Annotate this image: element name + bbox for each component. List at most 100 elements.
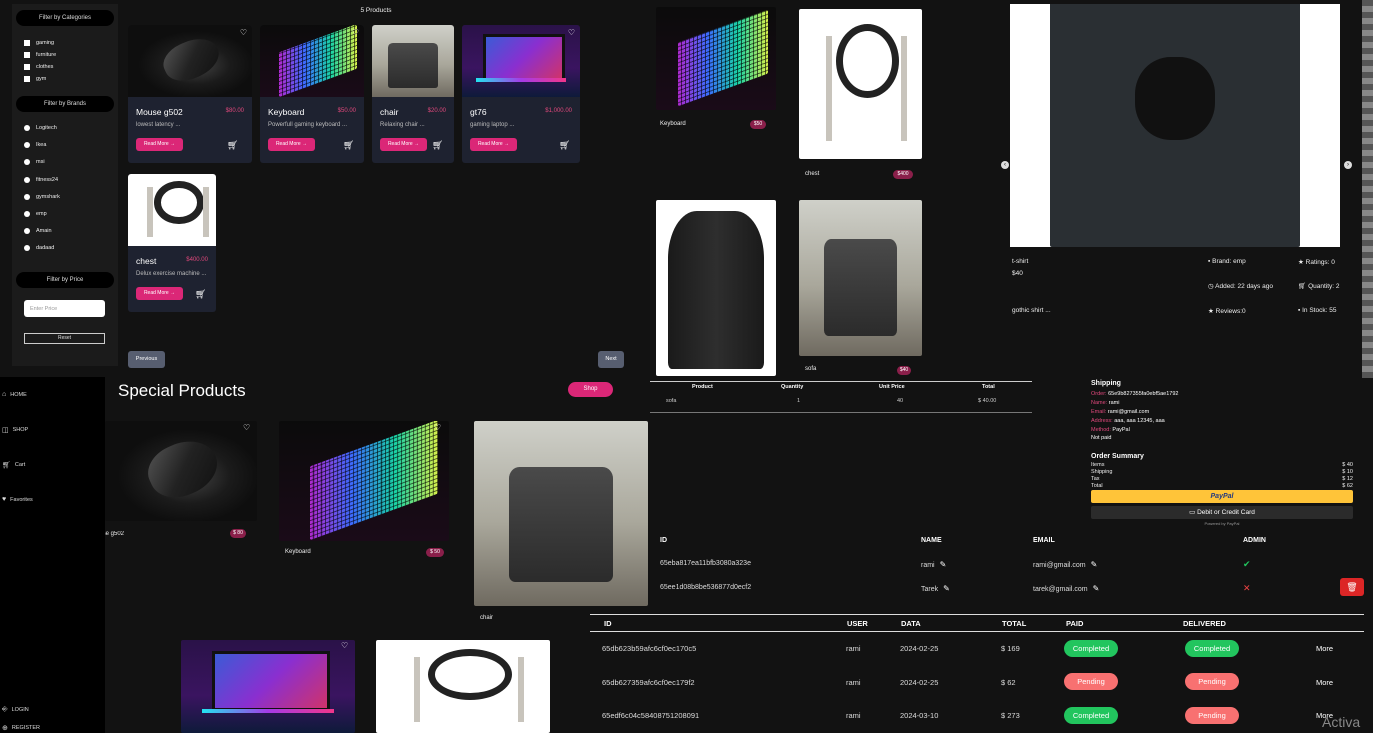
special-image[interactable] [376,640,550,733]
brand-option[interactable]: Logitech [24,125,57,131]
edit-icon[interactable]: ✎ [1093,584,1100,593]
radio[interactable] [24,159,30,165]
category-option[interactable]: gaming [24,40,54,46]
summary-row: Tax $ 12 [1091,476,1353,482]
gallery-price: $40 [897,366,911,375]
brand-option[interactable]: fitness24 [24,177,58,183]
special-image[interactable] [474,421,648,606]
checkbox[interactable] [24,40,30,46]
detail-image[interactable] [1010,4,1340,247]
cart-icon[interactable]: 🛒︎ [432,140,443,151]
gallery-image[interactable] [656,200,776,376]
more-button[interactable]: More [1316,644,1333,653]
shop-button[interactable]: Shop [568,382,613,397]
heart-icon[interactable]: ♡ [341,641,348,650]
summary-row: Items $ 40 [1091,462,1353,468]
user-name-cell: rami ✎ [921,560,947,569]
heart-icon[interactable]: ♡ [434,423,441,432]
radio[interactable] [24,194,30,200]
read-more-button[interactable]: Read More → [380,138,427,151]
nav-cart[interactable]: 🛒︎ Cart [2,461,25,469]
cart-cell: 1 [797,398,801,404]
credit-card-icon: ▭ [1189,509,1198,516]
gallery-image[interactable] [656,7,776,110]
brand-option[interactable]: gymshark [24,194,60,200]
edit-icon[interactable]: ✎ [943,584,950,593]
checkbox[interactable] [24,52,30,58]
product-card[interactable]: chest $400.00 Delux exercise machine ...… [128,174,216,312]
special-name: chair [480,615,494,621]
edit-icon[interactable]: ✎ [1091,560,1098,569]
more-button[interactable]: More [1316,678,1333,687]
product-card[interactable]: chair $20.00 Relaxing chair ... Read Mor… [372,25,454,163]
special-image[interactable] [181,640,355,733]
cart-icon[interactable]: 🛒︎ [227,140,238,151]
read-more-button[interactable]: Read More → [268,138,315,151]
delete-user-button[interactable]: 🗑︎ [1340,578,1364,596]
radio[interactable] [24,125,30,131]
heart-icon[interactable]: ♡ [243,423,250,432]
nav-login[interactable]: ⎆ LOGIN [2,706,29,714]
radio[interactable] [24,228,30,234]
product-card[interactable]: ♡ Mouse g502 $80.00 lowest latency ... R… [128,25,252,163]
payment-status: Not paid [1091,435,1112,441]
gallery-image[interactable] [799,9,922,159]
product-description: lowest latency ... [136,122,181,128]
product-image[interactable] [462,25,580,97]
summary-row: Shipping $ 10 [1091,469,1353,475]
product-description: Powerfull gaming keyboard ... [268,122,348,128]
radio[interactable] [24,177,30,183]
cart-icon: 🛒︎ [2,462,11,469]
product-image[interactable] [372,25,454,97]
product-card[interactable]: ♡ Keyboard $50.00 Powerfull gaming keybo… [260,25,364,163]
product-image[interactable] [260,25,364,97]
cart-icon[interactable]: 🛒︎ [559,140,570,151]
detail-price: $40 [1012,270,1023,277]
product-image[interactable] [128,25,252,97]
product-card[interactable]: ♡ gt76 $1,000.00 gaming laptop ... Read … [462,25,580,163]
chevron-left-icon[interactable]: ‹ [1001,161,1009,169]
column-header: Unit Price [879,384,905,390]
nav-favorites[interactable]: ♥ Favorites [2,496,33,503]
brand-option[interactable]: Ikea [24,142,46,148]
radio[interactable] [24,142,30,148]
heart-icon[interactable]: ♡ [352,28,359,37]
category-option[interactable]: clothes [24,64,53,70]
chevron-right-icon[interactable]: › [1344,161,1352,169]
read-more-button[interactable]: Read More → [470,138,517,151]
cart-icon[interactable]: 🛒︎ [343,140,354,151]
checkbox[interactable] [24,64,30,70]
previous-button[interactable]: Previous [128,351,165,368]
special-image[interactable] [105,421,257,521]
nav-home[interactable]: ⌂ HOME [2,391,27,398]
order-id: 65edf6c04c58408751208091 [602,711,700,720]
next-button[interactable]: Next [598,351,624,368]
nav-shop[interactable]: ◫ SHOP [2,426,28,434]
paypal-button[interactable]: PayPal [1091,490,1353,503]
category-option[interactable]: gym [24,76,46,82]
card-payment-button[interactable]: ▭ Debit or Credit Card [1091,506,1353,519]
product-image[interactable] [128,174,216,246]
gallery-image[interactable] [799,200,922,356]
brand-option[interactable]: emp [24,211,47,217]
heart-icon[interactable]: ♡ [568,28,575,37]
edit-icon[interactable]: ✎ [940,560,947,569]
read-more-button[interactable]: Read More → [136,287,183,300]
gallery-name: sofa [805,366,817,372]
heart-icon[interactable]: ♡ [240,28,247,37]
brand-option[interactable]: Amain [24,228,52,234]
read-more-button[interactable]: Read More → [136,138,183,151]
cart-icon[interactable]: 🛒︎ [195,289,206,300]
brand-option[interactable]: msi [24,159,45,165]
category-option[interactable]: furniture [24,52,56,58]
special-image[interactable] [279,421,449,541]
trash-icon: 🗑︎ [1346,582,1358,592]
scrollbar[interactable] [1362,0,1373,378]
price-input[interactable]: Enter Price [24,300,105,317]
brand-option[interactable]: dadaad [24,245,54,251]
radio[interactable] [24,245,30,251]
nav-register[interactable]: ⊕ REGISTER [2,724,40,732]
radio[interactable] [24,211,30,217]
checkbox[interactable] [24,76,30,82]
reset-button[interactable]: Reset [24,333,105,344]
